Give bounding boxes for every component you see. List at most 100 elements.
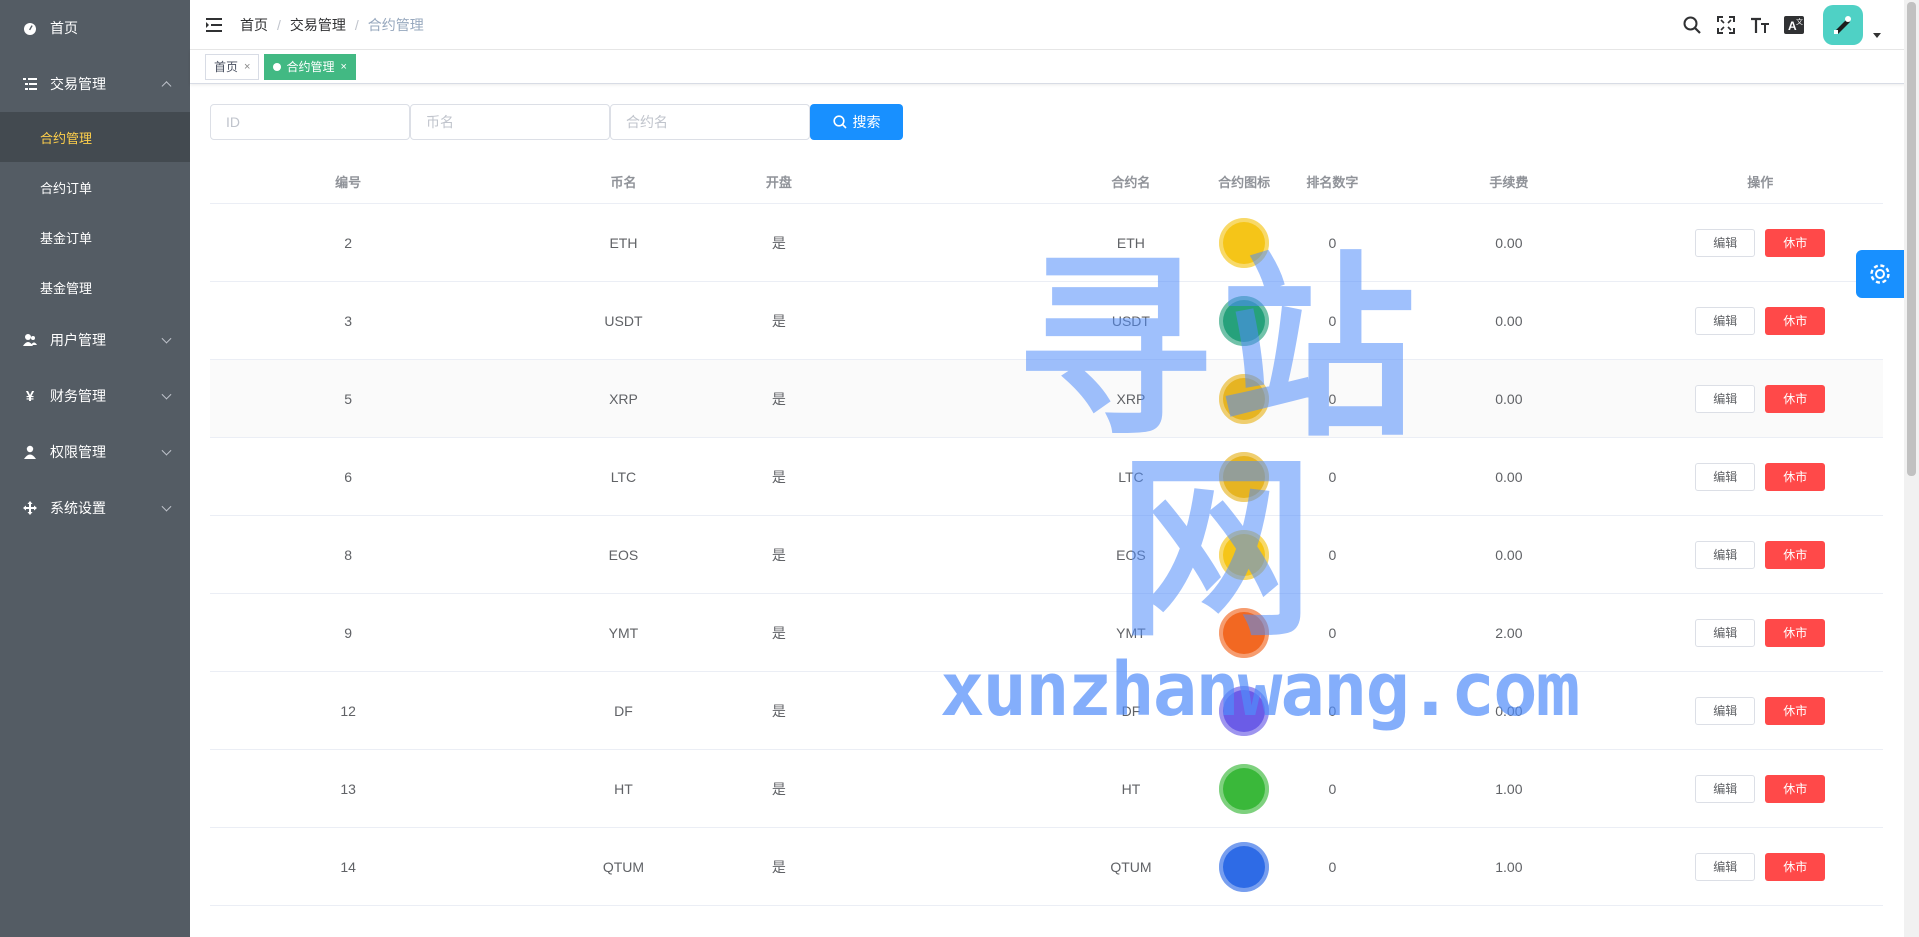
monero-coin-icon	[1219, 607, 1270, 658]
header-fee: 手续费	[1489, 175, 1529, 190]
cell-fee: 2.00	[1495, 624, 1523, 641]
search-icon	[832, 115, 847, 129]
cell-fee: 0.00	[1495, 234, 1523, 251]
scrollbar[interactable]	[1904, 0, 1919, 937]
right-menu: A文	[1675, 0, 1881, 50]
avatar[interactable]	[1823, 5, 1863, 45]
sidebar-item-home[interactable]: 首页	[0, 0, 190, 56]
cell-coin: USDT	[604, 312, 643, 329]
usdt-coin-icon	[1219, 295, 1270, 346]
fullscreen-icon[interactable]	[1709, 0, 1743, 50]
cell-ops: 编辑 休市	[1637, 696, 1883, 725]
table-row: 2 ETH 是 ETH 0 0.00 编辑 休市	[210, 204, 1883, 282]
coin-name-input[interactable]	[410, 104, 610, 140]
tag-home[interactable]: 首页 ×	[205, 53, 260, 80]
cell-id: 2	[344, 234, 353, 251]
tag-label: 合约管理	[286, 60, 335, 74]
close-market-button[interactable]: 休市	[1765, 306, 1826, 335]
edit-button[interactable]: 编辑	[1695, 228, 1756, 257]
cell-coin: DF	[614, 702, 633, 719]
table-row: 6 LTC 是 LTC 0 0.00 编辑 休市	[210, 438, 1883, 516]
edit-button[interactable]: 编辑	[1695, 384, 1756, 413]
cell-icon	[1204, 841, 1285, 892]
cell-coin: HT	[614, 780, 633, 797]
contract-name-input[interactable]	[610, 104, 810, 140]
sidebar-item-label: 权限管理	[50, 444, 106, 460]
close-market-button[interactable]: 休市	[1765, 618, 1826, 647]
cell-open: 是	[771, 234, 786, 251]
caret-down-icon[interactable]	[1873, 32, 1881, 38]
close-market-button[interactable]: 休市	[1765, 228, 1826, 257]
cell-ops: 编辑 休市	[1637, 774, 1883, 803]
cell-icon	[1204, 529, 1285, 580]
df-coin-icon	[1219, 685, 1270, 736]
breadcrumb-item-current: 合约管理	[367, 16, 424, 33]
close-market-button[interactable]: 休市	[1765, 540, 1826, 569]
sidebar-item-finance[interactable]: ¥ 财务管理	[0, 368, 190, 424]
cell-coin: YMT	[608, 624, 639, 641]
cell-open: 是	[771, 312, 786, 329]
cell-ops: 编辑 休市	[1637, 852, 1883, 881]
eos-coin-icon	[1219, 529, 1270, 580]
sidebar-item-trade[interactable]: 交易管理	[0, 56, 190, 112]
edit-button[interactable]: 编辑	[1695, 618, 1756, 647]
hamburger-icon[interactable]	[190, 17, 240, 33]
close-icon[interactable]: ×	[244, 61, 250, 73]
sidebar-item-fund-orders[interactable]: 基金订单	[0, 212, 190, 262]
close-market-button[interactable]: 休市	[1765, 384, 1826, 413]
cell-id: 12	[340, 702, 356, 719]
close-market-button[interactable]: 休市	[1765, 462, 1826, 491]
sidebar-item-label: 首页	[50, 20, 78, 36]
search-icon[interactable]	[1675, 0, 1709, 50]
edit-button[interactable]: 编辑	[1695, 696, 1756, 725]
edit-button[interactable]: 编辑	[1695, 540, 1756, 569]
cell-ops: 编辑 休市	[1637, 384, 1883, 413]
cell-rank: 0	[1328, 702, 1337, 719]
edit-button[interactable]: 编辑	[1695, 774, 1756, 803]
table-row: 8 EOS 是 EOS 0 0.00 编辑 休市	[210, 516, 1883, 594]
cell-id: 6	[344, 468, 353, 485]
close-market-button[interactable]: 休市	[1765, 696, 1826, 725]
sidebar-item-contract-orders[interactable]: 合约订单	[0, 162, 190, 212]
language-icon[interactable]: A文	[1777, 0, 1811, 50]
edit-button[interactable]: 编辑	[1695, 306, 1756, 335]
header-icon: 合约图标	[1218, 175, 1271, 190]
id-input[interactable]	[210, 104, 410, 140]
close-icon[interactable]: ×	[340, 61, 346, 73]
header-ops: 操作	[1747, 175, 1774, 190]
breadcrumb-item[interactable]: 首页	[240, 15, 268, 35]
user-icon	[20, 445, 40, 459]
search-button[interactable]: 搜索	[810, 104, 903, 140]
contracts-table: 编号 币名 开盘 合约名 合约图标 排名数字 手续费 操作 2 ETH 是 ETH 0 0…	[210, 160, 1883, 906]
header-rank: 排名数字	[1306, 175, 1359, 190]
sidebar-item-label: 交易管理	[50, 76, 106, 92]
cell-open: 是	[771, 468, 786, 485]
font-size-icon[interactable]	[1743, 0, 1777, 50]
sidebar-item-permissions[interactable]: 权限管理	[0, 424, 190, 480]
cell-open: 是	[771, 390, 786, 407]
cell-contract: DF	[1121, 702, 1141, 719]
cell-icon	[1204, 607, 1285, 658]
table-body: 2 ETH 是 ETH 0 0.00 编辑 休市 3 USDT 是 USDT 0 0.00 编辑 休市 5 XRP…	[210, 204, 1883, 906]
close-market-button[interactable]: 休市	[1765, 852, 1826, 881]
sidebar-item-contract-manage[interactable]: 合约管理	[0, 112, 190, 162]
cell-coin: EOS	[608, 546, 639, 563]
edit-button[interactable]: 编辑	[1695, 462, 1756, 491]
breadcrumb-item[interactable]: 交易管理	[290, 15, 346, 35]
header-id: 编号	[335, 175, 362, 190]
cell-rank: 0	[1328, 858, 1337, 875]
tag-contract-manage[interactable]: 合约管理 ×	[264, 53, 356, 80]
sidebar-item-fund-manage[interactable]: 基金管理	[0, 262, 190, 312]
sidebar-item-settings[interactable]: 系统设置	[0, 480, 190, 536]
scrollbar-thumb[interactable]	[1907, 2, 1916, 476]
edit-button[interactable]: 编辑	[1695, 852, 1756, 881]
close-market-button[interactable]: 休市	[1765, 774, 1826, 803]
cell-rank: 0	[1328, 468, 1337, 485]
cell-icon	[1204, 217, 1285, 268]
svg-text:文: 文	[1796, 17, 1803, 26]
settings-gear-button[interactable]	[1856, 250, 1904, 298]
sidebar-item-users[interactable]: 用户管理	[0, 312, 190, 368]
sidebar: 首页 交易管理 合约管理 合约订单 基金订单 基金管理 用户管理 ¥ 财务管理 …	[0, 0, 190, 937]
main-area: 首页 / 交易管理 / 合约管理 A文 首页 × 合约管理 × ID 币名 合约…	[190, 0, 1919, 937]
sidebar-item-label: 用户管理	[50, 332, 106, 348]
